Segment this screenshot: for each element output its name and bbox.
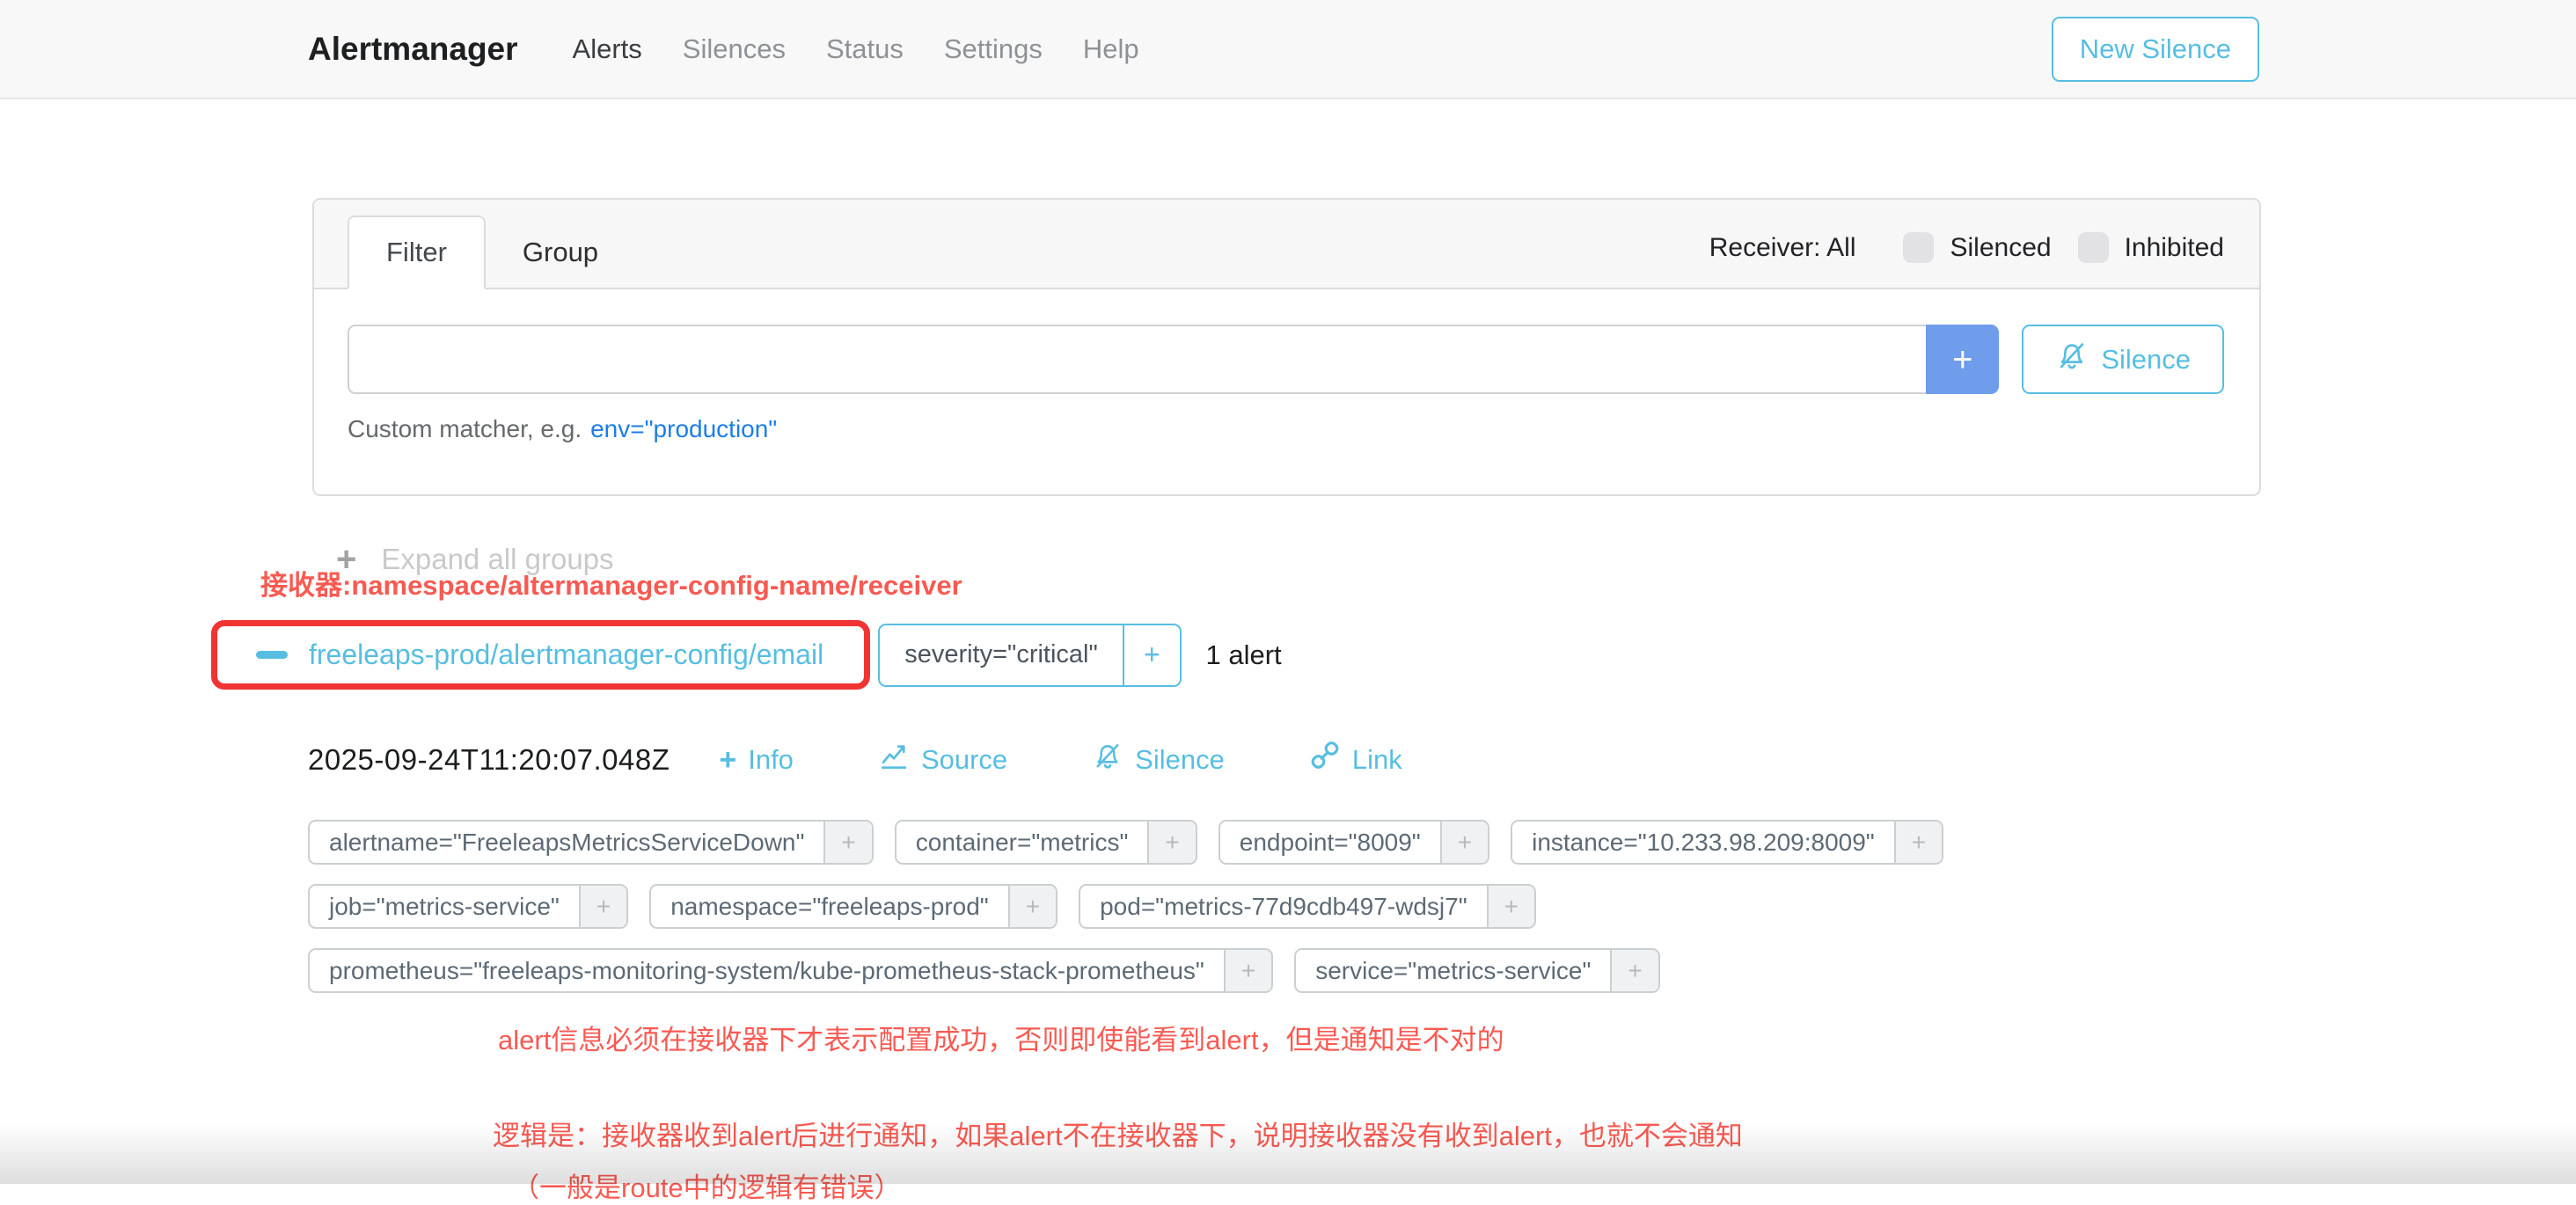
nav-item-settings[interactable]: Settings (944, 33, 1043, 65)
label-add-filter-button[interactable]: + (823, 822, 871, 863)
main-nav: Alerts Silences Status Settings Help (573, 33, 2052, 65)
filter-tabs: Filter Group (348, 215, 635, 288)
group-matcher-add-button[interactable]: + (1123, 625, 1180, 685)
alert-group-row: freeleaps-prod/alertmanager-config/email… (211, 620, 2261, 690)
bell-slash-icon (1092, 741, 1123, 779)
label-text: alertname="FreeleapsMetricsServiceDown" (310, 822, 823, 863)
source-action[interactable]: Source (878, 741, 1007, 779)
nav-item-silences[interactable]: Silences (683, 33, 786, 65)
silence-filter-button[interactable]: Silence (2022, 325, 2224, 394)
annotation-route-note: （一般是route中的逻辑有错误） (512, 1165, 2261, 1205)
link-chain-icon (1309, 741, 1341, 779)
new-silence-button[interactable]: New Silence (2052, 17, 2259, 82)
label-text: namespace="freeleaps-prod" (651, 886, 1008, 927)
alert-count: 1 alert (1206, 639, 1282, 671)
label-text: endpoint="8009" (1220, 822, 1440, 863)
tab-filter[interactable]: Filter (348, 215, 486, 289)
annotation-receiver-format: 接收器:namespace/altermanager-config-name/r… (260, 563, 2261, 602)
label-pill-instance: instance="10.233.98.209:8009" + (1511, 820, 1943, 865)
filter-card-header: Filter Group Receiver: All Silenced Inhi… (314, 200, 2259, 289)
nav-item-alerts[interactable]: Alerts (573, 33, 642, 65)
silenced-checkbox-group[interactable]: Silenced (1903, 232, 2051, 263)
add-matcher-button[interactable]: + (1926, 325, 1999, 394)
label-add-filter-button[interactable]: + (1487, 886, 1534, 927)
group-matcher-pill: severity="critical" + (878, 624, 1181, 687)
label-add-filter-button[interactable]: + (579, 886, 626, 927)
label-add-filter-button[interactable]: + (1008, 886, 1056, 927)
group-matcher-text: severity="critical" (880, 625, 1123, 685)
label-pill-alertname: alertname="FreeleapsMetricsServiceDown" … (308, 820, 874, 865)
inhibited-checkbox-group[interactable]: Inhibited (2078, 232, 2224, 263)
info-action[interactable]: + Info (719, 744, 794, 776)
silence-action[interactable]: Silence (1092, 741, 1225, 779)
receiver-group-highlight-box[interactable]: freeleaps-prod/alertmanager-config/email (211, 620, 870, 690)
alert-timestamp: 2025-09-24T11:20:07.048Z (308, 743, 670, 777)
link-action[interactable]: Link (1309, 741, 1402, 779)
label-text: pod="metrics-77d9cdb497-wdsj7" (1080, 886, 1487, 927)
nav-item-help[interactable]: Help (1083, 33, 1139, 65)
label-add-filter-button[interactable]: + (1224, 950, 1271, 991)
silenced-label: Silenced (1950, 233, 2051, 263)
silence-action-label: Silence (1135, 744, 1225, 776)
alert-labels: alertname="FreeleapsMetricsServiceDown" … (308, 820, 2067, 993)
label-pill-service: service="metrics-service" + (1294, 948, 1660, 993)
receiver-filter-label[interactable]: Receiver: All (1709, 233, 1856, 263)
source-action-label: Source (921, 744, 1007, 776)
inhibited-checkbox[interactable] (2078, 232, 2109, 263)
matcher-input[interactable] (348, 325, 1926, 394)
label-add-filter-button[interactable]: + (1610, 950, 1658, 991)
app-brand[interactable]: Alertmanager (308, 31, 518, 68)
label-text: prometheus="freeleaps-monitoring-system/… (310, 950, 1224, 991)
alert-block: 2025-09-24T11:20:07.048Z + Info Source (308, 741, 2261, 1205)
label-text: job="metrics-service" (310, 886, 579, 927)
info-plus-icon: + (719, 745, 736, 775)
label-text: instance="10.233.98.209:8009" (1512, 822, 1894, 863)
label-pill-prometheus: prometheus="freeleaps-monitoring-system/… (308, 948, 1273, 993)
label-pill-job: job="metrics-service" + (308, 884, 628, 929)
nav-item-status[interactable]: Status (826, 33, 904, 65)
label-pill-namespace: namespace="freeleaps-prod" + (649, 884, 1057, 929)
hint-text: Custom matcher, e.g. (348, 415, 582, 442)
filter-card-body: + Silence Custom matcher, e.g. env="produ… (314, 289, 2259, 494)
groups-area: + Expand all groups 接收器:namespace/alterm… (0, 542, 2576, 1205)
filter-options: Receiver: All Silenced Inhibited (1709, 232, 2224, 288)
navbar: Alertmanager Alerts Silences Status Sett… (0, 0, 2576, 99)
alert-actions: + Info Source (719, 741, 1401, 779)
collapse-minus-icon (256, 651, 288, 659)
label-add-filter-button[interactable]: + (1147, 822, 1195, 863)
label-pill-pod: pod="metrics-77d9cdb497-wdsj7" + (1079, 884, 1536, 929)
info-action-label: Info (748, 744, 794, 776)
annotation-logic-explanation: 逻辑是：接收器收到alert后进行通知，如果alert不在接收器下，说明接收器没… (493, 1114, 2261, 1153)
label-add-filter-button[interactable]: + (1894, 822, 1942, 863)
label-text: service="metrics-service" (1296, 950, 1610, 991)
graph-icon (878, 741, 910, 779)
matcher-example-link[interactable]: env="production" (590, 415, 777, 442)
receiver-group-name[interactable]: freeleaps-prod/alertmanager-config/email (309, 639, 823, 671)
bell-slash-icon (2055, 340, 2089, 380)
custom-matcher-hint: Custom matcher, e.g. env="production" (348, 415, 2224, 443)
silence-filter-label: Silence (2101, 344, 2191, 376)
label-text: container="metrics" (896, 822, 1148, 863)
matcher-input-group: + (348, 325, 1999, 394)
tab-group[interactable]: Group (486, 217, 635, 288)
filter-card: Filter Group Receiver: All Silenced Inhi… (312, 198, 2261, 496)
label-add-filter-button[interactable]: + (1440, 822, 1488, 863)
annotation-config-success: alert信息必须在接收器下才表示配置成功，否则即使能看到alert，但是通知是… (498, 1018, 2261, 1057)
link-action-label: Link (1352, 744, 1402, 776)
label-pill-endpoint: endpoint="8009" + (1218, 820, 1489, 865)
label-pill-container: container="metrics" + (895, 820, 1197, 865)
inhibited-label: Inhibited (2125, 233, 2224, 263)
silenced-checkbox[interactable] (1903, 232, 1934, 263)
